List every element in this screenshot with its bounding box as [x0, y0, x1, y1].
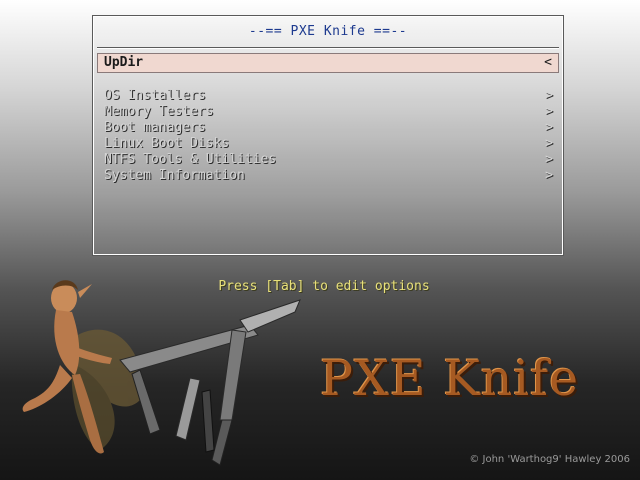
menu-item-system-information[interactable]: System Information > [104, 168, 553, 184]
submenu-arrow-icon: > [545, 152, 553, 167]
boot-menu-panel: --== PXE Knife ==-- UpDir < OS Installer… [92, 15, 564, 256]
submenu-arrow-icon: > [545, 88, 553, 103]
title-divider [97, 47, 559, 49]
multitool-icon [119, 299, 301, 466]
back-arrow-icon: < [544, 55, 552, 70]
submenu-arrow-icon: > [545, 168, 553, 183]
menu-item-label: NTFS Tools & Utilities [104, 152, 277, 167]
menu-item-label: System Information [104, 168, 245, 183]
submenu-arrow-icon: > [545, 136, 553, 151]
menu-item-linux-boot-disks[interactable]: Linux Boot Disks > [104, 136, 553, 152]
updir-menu-item[interactable]: UpDir < [97, 53, 559, 73]
copyright-notice: © John 'Warthog9' Hawley 2006 [469, 454, 630, 465]
menu-item-label: Linux Boot Disks [104, 136, 230, 151]
pxe-knife-logo: PXE Knife [320, 350, 580, 407]
menu-item-ntfs-tools[interactable]: NTFS Tools & Utilities > [104, 152, 553, 168]
submenu-arrow-icon: > [545, 104, 553, 119]
menu-item-os-installers[interactable]: OS Installers > [104, 88, 553, 104]
menu-item-boot-managers[interactable]: Boot managers > [104, 120, 553, 136]
menu-item-memory-testers[interactable]: Memory Testers > [104, 104, 553, 120]
fairy-multitool-illustration [22, 280, 301, 466]
submenu-arrow-icon: > [545, 120, 553, 135]
menu-item-label: Boot managers [104, 120, 206, 135]
menu-item-label: OS Installers [104, 88, 206, 103]
menu-item-label: Memory Testers [104, 104, 214, 119]
menu-title: --== PXE Knife ==-- [248, 24, 408, 39]
updir-label: UpDir [104, 55, 144, 70]
boot-menu-list: OS Installers > Memory Testers > Boot ma… [104, 88, 553, 184]
